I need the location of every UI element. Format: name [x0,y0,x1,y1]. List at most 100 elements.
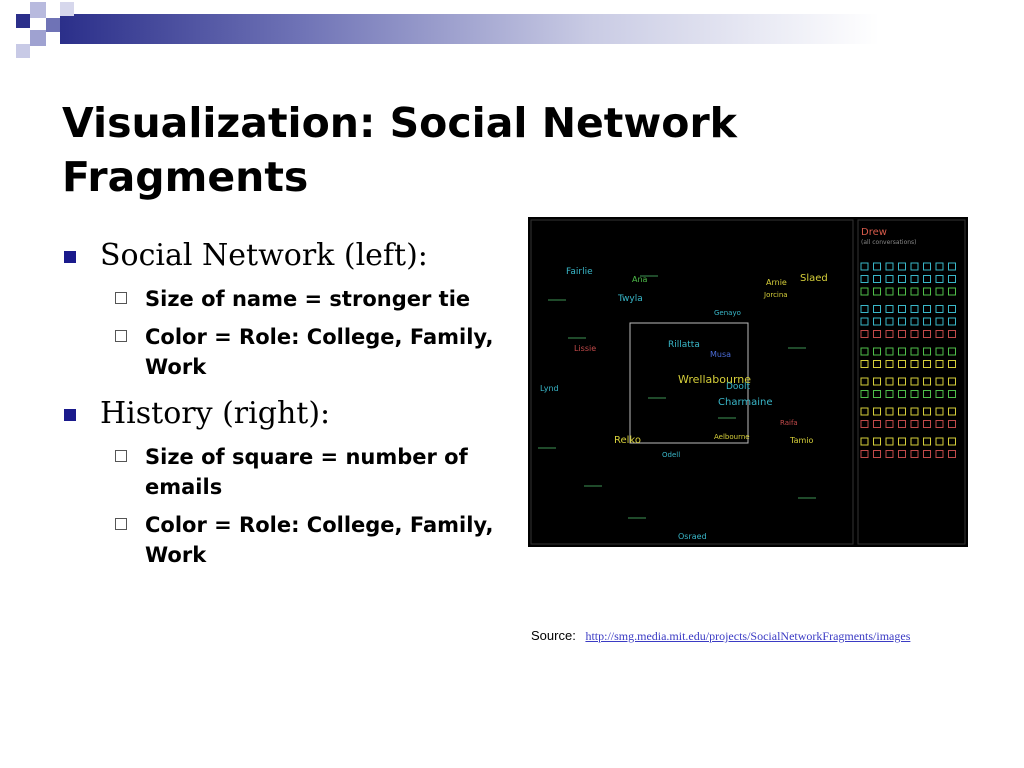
history-squares [860,262,956,458]
square-bullet-icon [64,251,76,263]
history-square [935,317,944,326]
history-square [935,275,944,283]
network-name: Osraed [678,532,707,541]
history-square [923,360,931,368]
network-name: Raifa [780,419,798,427]
banner-square [30,2,46,18]
faint-label-mark [628,517,646,519]
network-visualization-image: Fairlie Ana Arnie Slaed Jorcina Twyla Genayo Ri… [528,217,968,547]
title-banner-decoration [0,0,1024,60]
banner-gradient [60,14,1024,44]
hollow-square-bullet-icon [115,518,127,530]
history-square [898,287,906,296]
history-square [935,450,944,458]
history-square [885,450,894,458]
hollow-square-bullet-icon [115,330,127,342]
network-name: Jorcina [763,291,788,299]
history-square [948,377,956,386]
history-square [860,390,869,398]
history-square [910,262,919,271]
history-square [860,360,869,368]
history-square [923,390,931,398]
sub-bullet-text: Color = Role: College, Family, Work [145,513,494,567]
network-name: Relko [614,435,641,446]
history-square [898,347,906,356]
history-square [885,275,894,283]
history-square [873,420,881,428]
history-square [860,377,869,386]
bullet-list: Social Network (left): Size of name = st… [62,230,502,574]
history-square [860,317,869,326]
history-square [923,450,931,458]
history-square [948,317,956,326]
history-square [885,317,894,326]
history-square [873,437,881,446]
history-square [898,330,906,338]
history-square [860,420,869,428]
history-square [923,420,931,428]
history-square [935,390,944,398]
history-square [935,407,944,416]
hollow-square-bullet-icon [115,292,127,304]
history-square [935,437,944,446]
sub-bullet-item: Size of name = stronger tie [62,284,502,314]
history-square [898,420,906,428]
network-name: Rillatta [668,340,700,350]
history-square [935,305,944,313]
history-square [923,305,931,313]
history-square [923,287,931,296]
source-line: Source: http://smg.media.mit.edu/project… [531,628,910,644]
history-square [885,330,894,338]
history-square [873,275,881,283]
sub-bullet-text: Size of name = stronger tie [145,287,471,311]
history-square [935,420,944,428]
history-square [910,347,919,356]
faint-label-mark [584,485,602,487]
history-square [910,390,919,398]
history-square [860,287,869,296]
history-square [948,420,956,428]
history-square [885,390,894,398]
history-title: Drew [861,227,887,238]
history-square [860,262,869,271]
network-name: Slaed [800,273,828,284]
history-square [948,450,956,458]
faint-label-mark [788,347,806,349]
history-square [898,317,906,326]
history-square [860,407,869,416]
history-square [948,437,956,446]
sub-bullet-item: Size of square = number of emails [62,442,502,502]
history-square [923,317,931,326]
history-square [860,275,869,283]
network-name: Fairlie [566,267,593,277]
history-square [898,262,906,271]
history-square [910,407,919,416]
history-square [923,377,931,386]
faint-label-mark [648,397,666,399]
source-link[interactable]: http://smg.media.mit.edu/projects/Social… [585,629,910,643]
history-square [873,450,881,458]
history-square [885,377,894,386]
history-square [860,450,869,458]
bullet-item: Social Network (left): [62,236,502,276]
history-square [910,437,919,446]
history-square [885,437,894,446]
history-square [898,390,906,398]
history-square [873,305,881,313]
bullet-item: History (right): [62,394,502,434]
network-name: Tamio [789,436,813,445]
sub-bullet-item: Color = Role: College, Family, Work [62,322,502,382]
network-name: Doolt [726,382,750,392]
history-square [948,262,956,271]
history-subtitle: (all conversations) [861,239,917,246]
history-square [948,330,956,338]
history-square [948,287,956,296]
bullet-text: History (right): [100,396,331,431]
history-square [873,317,881,326]
faint-label-mark [548,299,566,301]
history-square [860,347,869,356]
history-square [923,330,931,338]
history-square [885,305,894,313]
history-square [898,377,906,386]
history-square [860,305,869,313]
